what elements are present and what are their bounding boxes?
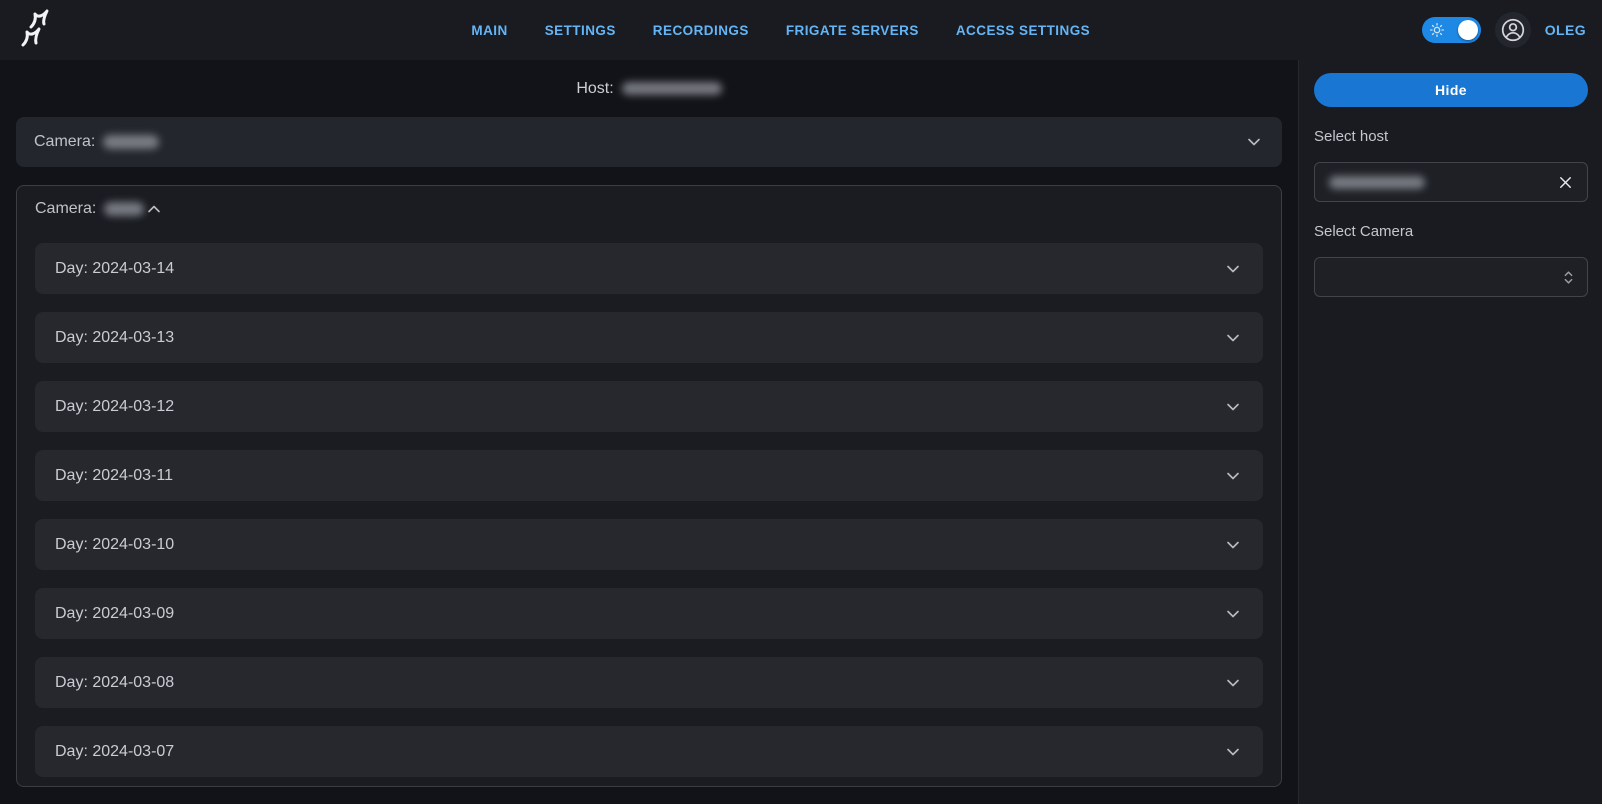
day-accordion-row[interactable]: Day: 2024-03-07: [35, 726, 1263, 777]
nav-link-recordings[interactable]: RECORDINGS: [653, 23, 749, 38]
day-row-label: Day: 2024-03-11: [55, 467, 1223, 485]
camera-row-label: Camera:: [34, 133, 1244, 151]
camera-name-redacted: [103, 135, 159, 149]
chevron-down-icon: [1223, 673, 1243, 693]
chevron-down-icon: [1223, 397, 1243, 417]
day-accordion-list: Day: 2024-03-14 Day: 2024-03-13 Day: 202…: [17, 232, 1281, 787]
host-label: Host:: [576, 80, 613, 98]
app-page: MAIN SETTINGS RECORDINGS FRIGATE SERVERS ACC…: [0, 0, 1602, 804]
content-area: Host: Camera: Camera:: [0, 60, 1602, 804]
day-row-label: Day: 2024-03-09: [55, 605, 1223, 623]
toggle-knob: [1458, 20, 1478, 40]
select-host-field[interactable]: [1314, 162, 1588, 202]
main-nav: MAIN SETTINGS RECORDINGS FRIGATE SERVERS ACC…: [471, 0, 1090, 60]
camera-label-text: Camera:: [34, 133, 95, 151]
account-circle-icon: [1500, 17, 1526, 43]
main-column: Host: Camera: Camera:: [0, 60, 1298, 804]
nav-link-frigate-servers[interactable]: FRIGATE SERVERS: [786, 23, 919, 38]
chevron-down-icon: [1244, 132, 1264, 152]
day-accordion-row[interactable]: Day: 2024-03-13: [35, 312, 1263, 363]
camera-row-label: Camera:: [35, 200, 144, 218]
chevron-down-icon: [1223, 259, 1243, 279]
filter-sidebar: Hide Select host Select Camera: [1298, 60, 1602, 804]
theme-toggle[interactable]: [1422, 17, 1481, 43]
host-title: Host:: [16, 60, 1282, 117]
camera-name-redacted: [104, 202, 144, 216]
day-accordion-row[interactable]: Day: 2024-03-12: [35, 381, 1263, 432]
unfold-chevrons-icon: [1560, 269, 1577, 286]
day-row-label: Day: 2024-03-10: [55, 536, 1223, 554]
chevron-down-icon: [1223, 742, 1243, 762]
day-accordion-row[interactable]: Day: 2024-03-09: [35, 588, 1263, 639]
header-right-controls: OLEG: [1422, 12, 1586, 48]
day-accordion-row[interactable]: Day: 2024-03-10: [35, 519, 1263, 570]
selected-host-redacted: [1329, 176, 1425, 189]
clear-host-button[interactable]: [1554, 171, 1577, 194]
day-row-label: Day: 2024-03-13: [55, 329, 1223, 347]
camera-label-text: Camera:: [35, 200, 96, 218]
chevron-down-icon: [1223, 604, 1243, 624]
day-accordion-row[interactable]: Day: 2024-03-14: [35, 243, 1263, 294]
nav-link-settings[interactable]: SETTINGS: [545, 23, 616, 38]
frigate-bird-icon: [17, 7, 61, 53]
camera-accordion-header[interactable]: Camera:: [17, 186, 1281, 232]
day-row-label: Day: 2024-03-08: [55, 674, 1223, 692]
day-accordion-row[interactable]: Day: 2024-03-08: [35, 657, 1263, 708]
user-avatar-button[interactable]: [1495, 12, 1531, 48]
select-camera-label: Select Camera: [1314, 223, 1588, 240]
hide-button[interactable]: Hide: [1314, 73, 1588, 107]
day-row-label: Day: 2024-03-12: [55, 398, 1223, 416]
username-button[interactable]: OLEG: [1545, 22, 1586, 38]
chevron-up-icon: [144, 199, 164, 219]
sun-icon: [1429, 22, 1445, 38]
select-camera-dropdown[interactable]: [1314, 257, 1588, 297]
select-host-label: Select host: [1314, 128, 1588, 145]
chevron-down-icon: [1223, 466, 1243, 486]
nav-link-access-settings[interactable]: ACCESS SETTINGS: [956, 23, 1090, 38]
chevron-down-icon: [1223, 535, 1243, 555]
day-row-label: Day: 2024-03-14: [55, 260, 1223, 278]
camera-accordion-expanded: Camera: Day: 2024-03-14 Day: 2024-03-13 …: [16, 185, 1282, 787]
nav-link-main[interactable]: MAIN: [471, 23, 507, 38]
camera-accordion-collapsed[interactable]: Camera:: [16, 117, 1282, 167]
day-row-label: Day: 2024-03-07: [55, 743, 1223, 761]
close-icon: [1556, 173, 1575, 192]
day-accordion-row[interactable]: Day: 2024-03-11: [35, 450, 1263, 501]
host-value-redacted: [622, 82, 722, 95]
chevron-down-icon: [1223, 328, 1243, 348]
frigate-logo[interactable]: [16, 7, 62, 53]
top-app-bar: MAIN SETTINGS RECORDINGS FRIGATE SERVERS ACC…: [0, 0, 1602, 60]
